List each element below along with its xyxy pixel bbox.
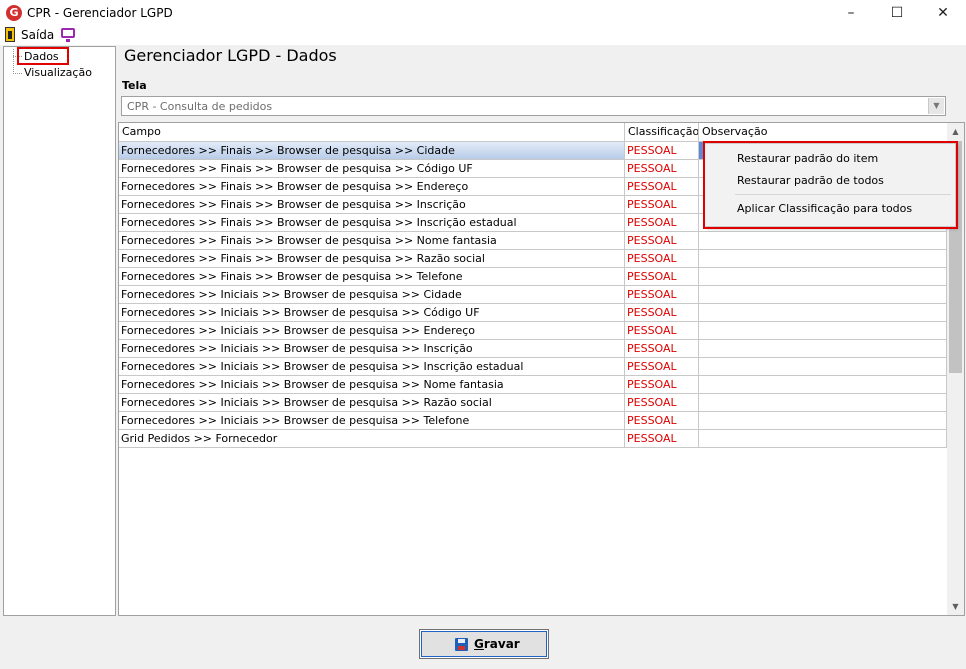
cell-classificacao[interactable]: PESSOAL [625, 142, 699, 160]
exit-door-icon[interactable] [5, 27, 15, 42]
cell-campo[interactable]: Fornecedores >> Finais >> Browser de pes… [119, 178, 625, 196]
cell-campo[interactable]: Fornecedores >> Finais >> Browser de pes… [119, 160, 625, 178]
tela-select-value: CPR - Consulta de pedidos [127, 100, 273, 113]
table-row[interactable]: Fornecedores >> Iniciais >> Browser de p… [119, 304, 947, 322]
table-row[interactable]: Fornecedores >> Iniciais >> Browser de p… [119, 358, 947, 376]
scroll-up-icon[interactable]: ▲ [947, 123, 964, 140]
cell-observacao[interactable] [699, 304, 947, 322]
cell-classificacao[interactable]: PESSOAL [625, 286, 699, 304]
cell-classificacao[interactable]: PESSOAL [625, 340, 699, 358]
annotation-highlight-context-menu [703, 141, 958, 229]
table-row[interactable]: Fornecedores >> Iniciais >> Browser de p… [119, 286, 947, 304]
column-header-observacao[interactable]: Observação [699, 123, 947, 141]
menu-bar: Saída [0, 26, 966, 45]
table-row[interactable]: Fornecedores >> Finais >> Browser de pes… [119, 268, 947, 286]
cell-campo[interactable]: Fornecedores >> Iniciais >> Browser de p… [119, 304, 625, 322]
cell-classificacao[interactable]: PESSOAL [625, 376, 699, 394]
cell-campo[interactable]: Fornecedores >> Finais >> Browser de pes… [119, 232, 625, 250]
cell-observacao[interactable] [699, 286, 947, 304]
cell-campo[interactable]: Fornecedores >> Finais >> Browser de pes… [119, 250, 625, 268]
minimize-button[interactable]: – [828, 0, 874, 26]
cell-observacao[interactable] [699, 376, 947, 394]
cell-classificacao[interactable]: PESSOAL [625, 250, 699, 268]
table-row[interactable]: Fornecedores >> Iniciais >> Browser de p… [119, 394, 947, 412]
table-row[interactable]: Fornecedores >> Iniciais >> Browser de p… [119, 322, 947, 340]
cell-classificacao[interactable]: PESSOAL [625, 430, 699, 448]
cell-campo[interactable]: Fornecedores >> Iniciais >> Browser de p… [119, 376, 625, 394]
tree-item-visualizacao[interactable]: Visualização [24, 66, 92, 79]
close-button[interactable]: ✕ [920, 0, 966, 26]
cell-classificacao[interactable]: PESSOAL [625, 160, 699, 178]
cell-campo[interactable]: Fornecedores >> Iniciais >> Browser de p… [119, 358, 625, 376]
chevron-down-icon[interactable]: ▼ [928, 98, 944, 114]
cell-classificacao[interactable]: PESSOAL [625, 214, 699, 232]
navigation-tree: Dados Visualização [3, 46, 116, 616]
cell-campo[interactable]: Grid Pedidos >> Fornecedor [119, 430, 625, 448]
floppy-disk-icon [455, 638, 468, 651]
cell-classificacao[interactable]: PESSOAL [625, 268, 699, 286]
cell-campo[interactable]: Fornecedores >> Iniciais >> Browser de p… [119, 322, 625, 340]
cell-classificacao[interactable]: PESSOAL [625, 178, 699, 196]
cell-observacao[interactable] [699, 394, 947, 412]
tela-select[interactable]: CPR - Consulta de pedidos ▼ [121, 96, 946, 116]
page-title: Gerenciador LGPD - Dados [124, 46, 337, 65]
tree-connector [13, 73, 22, 74]
cell-classificacao[interactable]: PESSOAL [625, 232, 699, 250]
cell-observacao[interactable] [699, 250, 947, 268]
cell-campo[interactable]: Fornecedores >> Finais >> Browser de pes… [119, 142, 625, 160]
cell-observacao[interactable] [699, 232, 947, 250]
table-row[interactable]: Fornecedores >> Finais >> Browser de pes… [119, 250, 947, 268]
cell-classificacao[interactable]: PESSOAL [625, 394, 699, 412]
cell-observacao[interactable] [699, 430, 947, 448]
cell-campo[interactable]: Fornecedores >> Iniciais >> Browser de p… [119, 286, 625, 304]
grid-header: Campo Classificação Observação [119, 123, 947, 142]
cell-observacao[interactable] [699, 412, 947, 430]
annotation-highlight-dados [17, 47, 69, 65]
column-header-classificacao[interactable]: Classificação [625, 123, 699, 141]
cell-campo[interactable]: Fornecedores >> Finais >> Browser de pes… [119, 196, 625, 214]
cell-campo[interactable]: Fornecedores >> Iniciais >> Browser de p… [119, 340, 625, 358]
cell-classificacao[interactable]: PESSOAL [625, 412, 699, 430]
cell-campo[interactable]: Fornecedores >> Iniciais >> Browser de p… [119, 412, 625, 430]
exit-menu-item[interactable]: Saída [21, 28, 54, 42]
cell-campo[interactable]: Fornecedores >> Finais >> Browser de pes… [119, 268, 625, 286]
tela-label: Tela [122, 79, 147, 92]
cell-campo[interactable]: Fornecedores >> Iniciais >> Browser de p… [119, 394, 625, 412]
monitor-icon[interactable] [61, 28, 75, 42]
cell-observacao[interactable] [699, 340, 947, 358]
title-bar: G CPR - Gerenciador LGPD – ☐ ✕ [0, 0, 966, 26]
save-button[interactable]: Gravar [419, 629, 549, 659]
column-header-campo[interactable]: Campo [119, 123, 625, 141]
cell-classificacao[interactable]: PESSOAL [625, 322, 699, 340]
cell-classificacao[interactable]: PESSOAL [625, 304, 699, 322]
table-row[interactable]: Fornecedores >> Finais >> Browser de pes… [119, 232, 947, 250]
cell-observacao[interactable] [699, 358, 947, 376]
table-row[interactable]: Fornecedores >> Iniciais >> Browser de p… [119, 340, 947, 358]
scroll-down-icon[interactable]: ▼ [947, 598, 964, 615]
window-title: CPR - Gerenciador LGPD [27, 6, 173, 20]
app-logo-icon: G [6, 5, 22, 21]
maximize-button[interactable]: ☐ [874, 0, 920, 26]
tree-connector [13, 49, 14, 74]
table-row[interactable]: Grid Pedidos >> Fornecedor PESSOAL [119, 430, 947, 448]
table-row[interactable]: Fornecedores >> Iniciais >> Browser de p… [119, 376, 947, 394]
cell-classificacao[interactable]: PESSOAL [625, 358, 699, 376]
cell-observacao[interactable] [699, 268, 947, 286]
table-row[interactable]: Fornecedores >> Iniciais >> Browser de p… [119, 412, 947, 430]
cell-campo[interactable]: Fornecedores >> Finais >> Browser de pes… [119, 214, 625, 232]
cell-observacao[interactable] [699, 322, 947, 340]
save-button-label: Gravar [474, 637, 520, 651]
cell-classificacao[interactable]: PESSOAL [625, 196, 699, 214]
